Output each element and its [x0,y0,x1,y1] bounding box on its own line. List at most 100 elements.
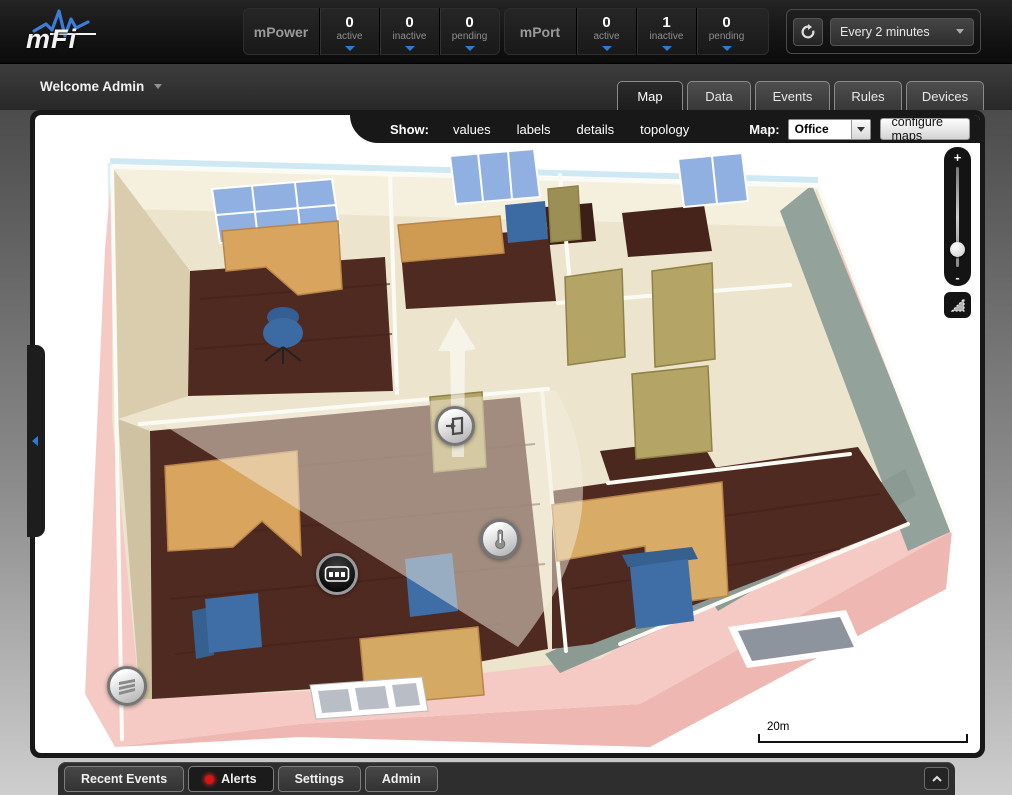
mpower-active-stat[interactable]: 0 active [319,8,379,55]
chevron-down-icon [465,46,475,51]
zoom-in-button[interactable]: + [944,150,971,165]
mport-stats-group: mPort 0 active 1 inactive 0 pending [504,8,769,55]
refresh-icon [800,24,816,40]
chevron-down-icon [345,46,355,51]
tab-label: Alerts [221,772,256,786]
stat-label: active [336,32,362,42]
stat-value: 0 [465,15,473,30]
zoom-slider[interactable]: + - [944,147,971,286]
measure-tool-icon [949,296,967,314]
tab-label: Rules [851,89,884,104]
stat-label: inactive [650,32,684,42]
stat-value: 0 [602,15,610,30]
entry-sensor-icon[interactable] [435,406,475,446]
mport-device-icon[interactable] [316,553,358,595]
stat-value: 0 [345,15,353,30]
map-toolbar: Show: values labels details topology Map… [350,115,980,143]
tab-label: Events [773,89,813,104]
collapse-panel-button[interactable] [924,767,949,790]
map-canvas[interactable]: Show: values labels details topology Map… [35,115,980,753]
mpower-inactive-stat[interactable]: 0 inactive [379,8,439,55]
stat-label: pending [452,32,488,42]
tab-label: Data [705,89,732,104]
refresh-interval-value: Every 2 minutes [840,25,956,39]
zoom-knob[interactable] [950,242,965,257]
welcome-text: Welcome Admin [40,79,144,94]
configure-maps-label: configure maps [892,115,958,143]
tab-events[interactable]: Events [755,81,830,110]
tab-admin[interactable]: Admin [365,766,438,792]
stat-value: 0 [722,15,730,30]
tab-label: Admin [382,772,421,786]
mpower-label: mPower [243,8,319,55]
configure-maps-button[interactable]: configure maps [880,118,970,140]
map-select[interactable]: Office [788,119,871,140]
tab-label: Devices [922,89,968,104]
bottom-tabs: Recent Events Alerts Settings Admin [64,766,438,792]
logo-text: mFi [26,24,77,55]
tab-label: Map [637,89,662,104]
collapse-chevron-icon [931,774,943,784]
chevron-down-icon [722,46,732,51]
chevron-down-icon [851,120,870,139]
refresh-interval-select[interactable]: Every 2 minutes [830,18,974,46]
tab-recent-events[interactable]: Recent Events [64,766,184,792]
mfi-app: mFi mPower 0 active 0 inactive 0 pending… [0,0,1012,795]
top-bar: mFi mPower 0 active 0 inactive 0 pending… [0,0,1012,64]
user-menu[interactable]: Welcome Admin [40,79,162,94]
measure-tool-button[interactable] [944,292,971,318]
map-label: Map: [749,122,779,137]
tab-settings[interactable]: Settings [278,766,361,792]
chevron-down-icon [956,29,964,34]
show-option-topology[interactable]: topology [640,122,689,137]
ports-glyph [324,565,350,583]
stat-label: pending [709,32,745,42]
stat-value: 0 [405,15,413,30]
stat-value: 1 [662,15,670,30]
main-nav-tabs: Map Data Events Rules Devices [617,81,984,110]
sub-bar: Welcome Admin Map Data Events Rules Devi… [0,64,1012,110]
chevron-down-icon [154,84,162,89]
tab-label: Recent Events [81,772,167,786]
map-select-value: Office [789,122,851,136]
alert-dot-icon [205,775,214,784]
show-option-values[interactable]: values [453,122,491,137]
scale-label: 20m [767,721,789,733]
power-strip-icon[interactable] [107,666,147,706]
stat-label: inactive [393,32,427,42]
sidebar-collapse-handle[interactable] [27,345,45,537]
tab-alerts[interactable]: Alerts [188,766,273,792]
mport-active-stat[interactable]: 0 active [576,8,636,55]
mpower-stats-group: mPower 0 active 0 inactive 0 pending [243,8,500,55]
show-option-labels[interactable]: labels [517,122,551,137]
thermometer-glyph [489,528,511,550]
map-scale: 20m [758,721,968,745]
tab-devices[interactable]: Devices [906,81,984,110]
mport-inactive-stat[interactable]: 1 inactive [636,8,696,55]
tab-map[interactable]: Map [617,81,683,110]
chevron-down-icon [405,46,415,51]
temperature-sensor-icon[interactable] [480,519,520,559]
mport-pending-stat[interactable]: 0 pending [696,8,756,55]
content-area: Show: values labels details topology Map… [0,110,1012,795]
mfi-logo: mFi [16,6,116,58]
tab-rules[interactable]: Rules [834,81,902,110]
door-arrow-glyph [444,415,466,437]
sidebar-collapse-arrow-icon [32,436,38,446]
floor-plan-render [35,115,980,753]
show-option-details[interactable]: details [577,122,615,137]
stat-label: active [593,32,619,42]
zoom-out-button[interactable]: - [944,270,971,285]
map-panel: Show: values labels details topology Map… [30,110,985,758]
show-label: Show: [390,122,429,137]
chevron-down-icon [662,46,672,51]
chevron-down-icon [602,46,612,51]
mpower-pending-stat[interactable]: 0 pending [439,8,499,55]
power-strip-glyph [116,677,138,695]
scale-line [758,734,968,743]
refresh-button[interactable] [793,18,823,46]
mport-label: mPort [504,8,576,55]
tab-data[interactable]: Data [687,81,751,110]
bottom-bar: Recent Events Alerts Settings Admin [58,762,955,795]
refresh-controls: Every 2 minutes [786,9,981,54]
